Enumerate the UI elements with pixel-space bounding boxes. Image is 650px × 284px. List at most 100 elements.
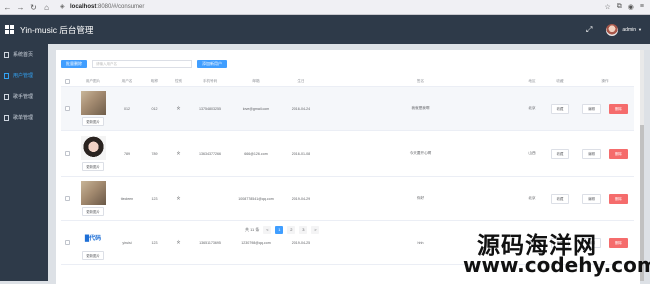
region-cell: 北京 bbox=[528, 106, 536, 110]
next-page-button[interactable]: > bbox=[311, 226, 320, 234]
sidebar-item-singers[interactable]: 歌手管理 bbox=[0, 86, 48, 107]
edit-button[interactable]: 编辑 bbox=[582, 193, 601, 204]
menu-icon[interactable]: ≡ bbox=[640, 3, 644, 11]
column-header: 邮箱 bbox=[252, 79, 260, 83]
column-header: 收藏 bbox=[556, 79, 564, 83]
bookmark-star-icon[interactable]: ☆ bbox=[605, 3, 611, 11]
column-header: 操作 bbox=[601, 79, 609, 83]
collect-button[interactable]: 收藏 bbox=[550, 148, 570, 159]
sidebar-item-playlists[interactable]: 歌单管理 bbox=[0, 107, 48, 128]
gender-cell: 女 bbox=[176, 196, 181, 200]
column-header: 手机号码 bbox=[202, 79, 218, 83]
account-icon[interactable]: ◉ bbox=[628, 3, 634, 11]
user-photo bbox=[80, 136, 106, 160]
chevron-down-icon[interactable]: ▼ bbox=[638, 27, 642, 32]
update-photo-button[interactable]: 更新图片 bbox=[82, 207, 104, 216]
shield-icon: ◈ bbox=[60, 4, 65, 10]
watermark-url: www.codehy.com bbox=[463, 253, 650, 277]
avatar[interactable] bbox=[606, 23, 619, 36]
home-icon[interactable]: ⌂ bbox=[41, 2, 52, 13]
nickname-cell: 012 bbox=[151, 106, 158, 111]
delete-button[interactable]: 删除 bbox=[609, 237, 628, 248]
username-cell: tiecleen bbox=[120, 196, 134, 201]
update-photo-button[interactable]: 更新图片 bbox=[82, 251, 104, 260]
page-button-1[interactable]: 1 bbox=[275, 226, 284, 234]
edit-button[interactable]: 编辑 bbox=[582, 148, 601, 159]
birthday-cell: 2019-04-29 bbox=[291, 196, 311, 201]
email-cell: 1008778541@qq.com bbox=[238, 196, 274, 201]
column-header: 用户名 bbox=[121, 79, 133, 83]
url-path: :8080/#/consumer bbox=[96, 4, 145, 10]
update-photo-button[interactable]: 更新图片 bbox=[82, 162, 104, 171]
reload-icon[interactable]: ↻ bbox=[28, 2, 39, 13]
user-photo bbox=[80, 181, 106, 205]
scrollbar[interactable] bbox=[640, 50, 644, 281]
bulk-delete-button[interactable]: 批量删除 bbox=[61, 59, 87, 68]
user-photo: █代码 bbox=[80, 225, 106, 249]
app-title: Yin-music 后台管理 bbox=[20, 24, 94, 35]
sidebar: 系统首页 用户管理 歌手管理 歌单管理 bbox=[0, 44, 48, 281]
add-user-button[interactable]: 添加新用户 bbox=[197, 59, 227, 68]
phone-cell: 13754803255 bbox=[199, 106, 221, 111]
url-bar[interactable]: ◈ localhost :8080/#/consumer bbox=[60, 2, 530, 13]
username-cell: 789 bbox=[124, 151, 130, 156]
edit-button[interactable]: 编辑 bbox=[582, 103, 601, 114]
extensions-icon[interactable]: ⧉ bbox=[617, 3, 622, 11]
row-checkbox[interactable] bbox=[64, 196, 70, 201]
column-header: 签名 bbox=[416, 79, 425, 83]
sidebar-item-users[interactable]: 用户管理 bbox=[0, 65, 48, 86]
signature-cell: 我就是我啊 bbox=[411, 106, 430, 110]
fullscreen-icon[interactable]: ⤢ bbox=[586, 25, 592, 35]
document-icon bbox=[4, 114, 9, 121]
delete-button[interactable]: 删除 bbox=[609, 103, 628, 114]
prev-page-button[interactable]: < bbox=[263, 226, 272, 234]
row-checkbox[interactable] bbox=[64, 151, 70, 156]
region-cell: 山西 bbox=[528, 151, 536, 155]
document-icon bbox=[4, 72, 9, 79]
column-header: 用户图片 bbox=[85, 79, 101, 83]
select-all-checkbox[interactable] bbox=[64, 79, 70, 84]
sidebar-item-label: 歌单管理 bbox=[13, 115, 34, 121]
table-row[interactable]: 更新图片 789 789 女 13634377266 666@126.com 2… bbox=[61, 131, 634, 177]
gender-cell: 女 bbox=[176, 240, 181, 244]
nickname-cell: 789 bbox=[151, 151, 158, 156]
app-header: Yin-music 后台管理 ⤢ admin ▼ bbox=[0, 15, 650, 44]
email-cell: 666@126.com bbox=[244, 151, 268, 156]
user-name[interactable]: admin bbox=[622, 27, 636, 33]
browser-toolbar: ← → ↻ ⌂ ◈ localhost :8080/#/consumer ☆ ⧉… bbox=[0, 0, 650, 15]
gender-cell: 女 bbox=[176, 106, 181, 110]
sidebar-item-label: 系统首页 bbox=[13, 52, 34, 58]
sidebar-item-label: 歌手管理 bbox=[13, 94, 34, 100]
search-input[interactable]: 请输入用户名 bbox=[92, 59, 192, 68]
sidebar-item-home[interactable]: 系统首页 bbox=[0, 44, 48, 65]
back-icon[interactable]: ← bbox=[2, 2, 13, 13]
delete-button[interactable]: 删除 bbox=[609, 193, 628, 204]
collect-button[interactable]: 收藏 bbox=[550, 103, 570, 114]
url-host: localhost bbox=[70, 4, 97, 10]
row-checkbox[interactable] bbox=[64, 106, 70, 111]
table-row[interactable]: 更新图片 tiecleen 123 女 1008778541@qq.com 20… bbox=[61, 177, 634, 221]
page-button-2[interactable]: 2 bbox=[287, 226, 296, 234]
row-checkbox[interactable] bbox=[64, 240, 70, 245]
sidebar-item-label: 用户管理 bbox=[13, 73, 34, 79]
column-header: 性别 bbox=[174, 79, 183, 83]
select-all-cell bbox=[61, 77, 73, 86]
total-count: 共 11 条 bbox=[245, 227, 260, 232]
signature-cell: 今天要开心啊 bbox=[409, 151, 432, 155]
document-icon bbox=[4, 51, 9, 58]
update-photo-button[interactable]: 更新图片 bbox=[82, 117, 104, 126]
table-row[interactable]: 更新图片 012 012 女 13754803255 love@gmail.co… bbox=[61, 87, 634, 131]
gender-cell: 女 bbox=[176, 151, 181, 155]
birthday-cell: 2016-01-08 bbox=[291, 151, 311, 156]
phone-cell: 13634377266 bbox=[199, 151, 221, 156]
phone-cell: 13651173695 bbox=[199, 240, 221, 245]
collect-button[interactable]: 收藏 bbox=[550, 193, 570, 204]
email-cell: love@gmail.com bbox=[242, 106, 270, 111]
forward-icon[interactable]: → bbox=[15, 2, 26, 13]
delete-button[interactable]: 删除 bbox=[609, 148, 628, 159]
collapse-menu-icon[interactable] bbox=[5, 25, 14, 34]
column-header: 地区 bbox=[528, 79, 536, 83]
page-button-3[interactable]: 3 bbox=[299, 226, 308, 234]
nickname-cell: 123 bbox=[151, 196, 158, 201]
pagination: 共 11 条 < 1 2 3 > bbox=[245, 226, 320, 234]
